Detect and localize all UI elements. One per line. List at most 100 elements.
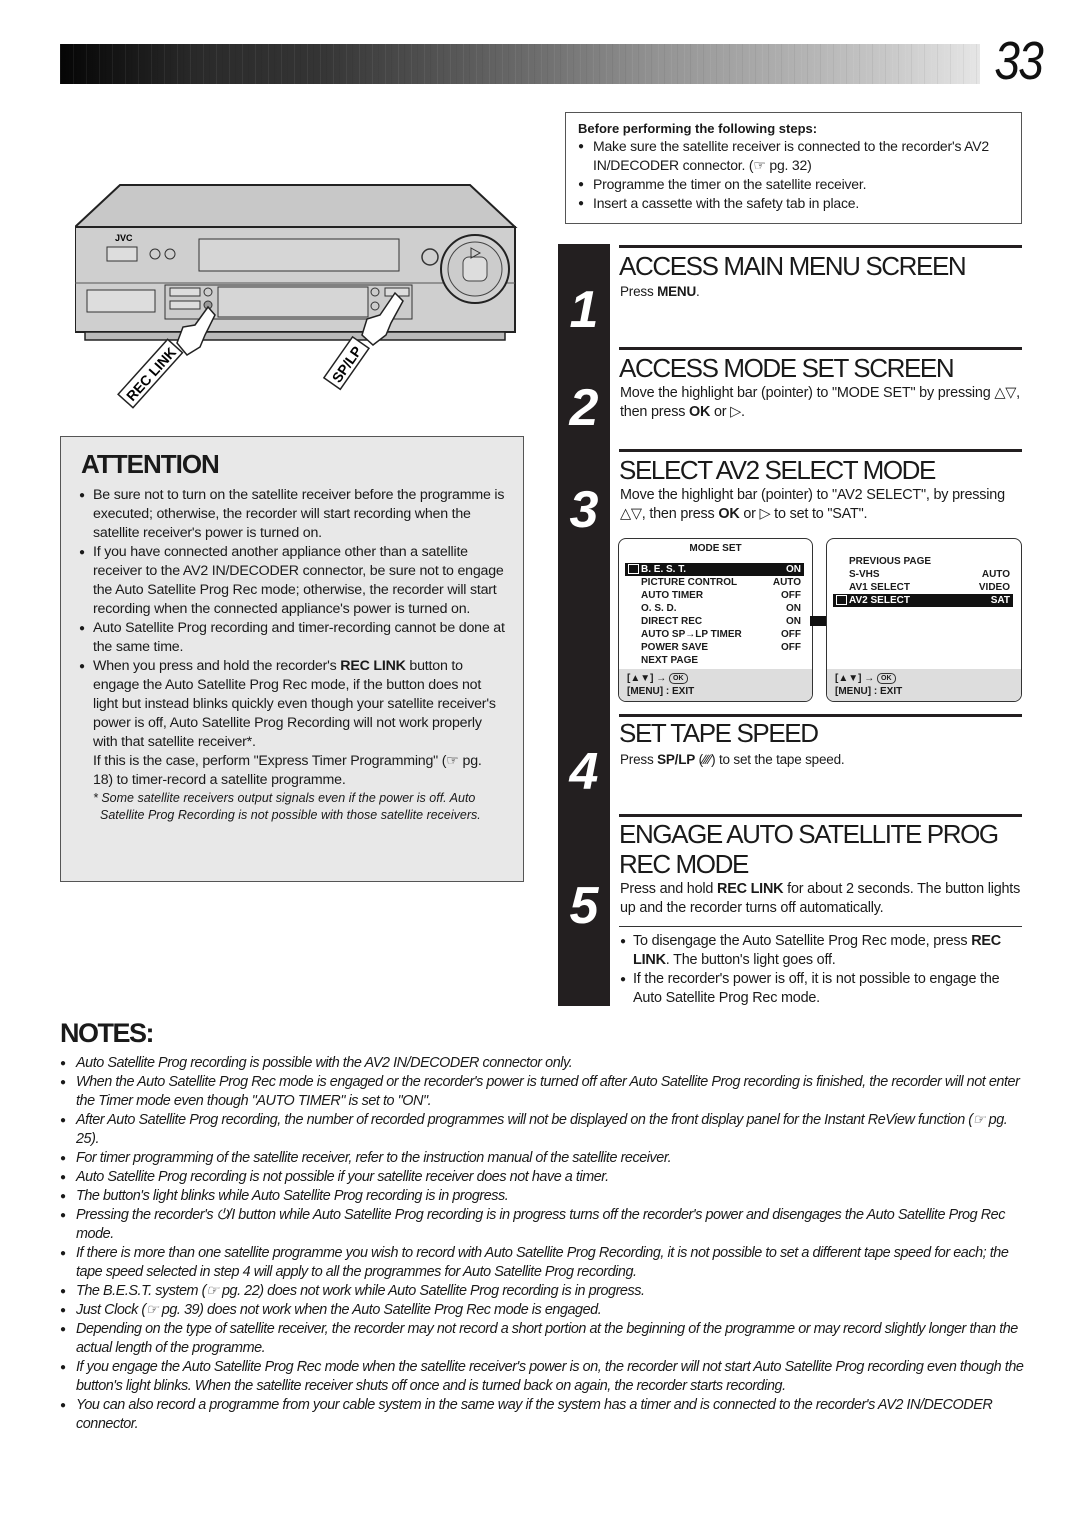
osd-row-label: POWER SAVE <box>641 642 709 653</box>
note-item: Depending on the type of satellite recei… <box>60 1320 1025 1358</box>
step-text-part: Press <box>620 752 658 767</box>
osd-footer: [▲▼] → OK [MENU] : EXIT <box>619 669 812 701</box>
osd-row-selected: AV2 SELECT SAT <box>833 594 1013 607</box>
step-text-part: Move the highlight bar (pointer) to "MOD… <box>620 385 1020 420</box>
osd-row-label: DIRECT REC <box>641 616 703 627</box>
step-2-title: ACCESS MODE SET SCREEN <box>619 353 955 383</box>
sp-lp-keyword: SP/LP <box>657 752 696 767</box>
osd-row-label: AUTO SP→LP TIMER <box>641 629 742 640</box>
shuttle-ring <box>440 234 510 304</box>
pointer-icon <box>628 564 639 574</box>
step-number-2: 2 <box>569 379 599 437</box>
prerequisite-item: Programme the timer on the satellite rec… <box>578 175 1021 194</box>
display-window <box>86 289 156 313</box>
menu-keyword: MENU <box>657 284 697 299</box>
osd-nav-hint: [▲▼] → OK <box>835 672 1021 685</box>
rec-link-keyword: REC LINK <box>717 881 784 897</box>
osd-nav-hint: [▲▼] → OK <box>627 672 812 685</box>
channel-down-button <box>169 300 201 310</box>
note-item: The B.E.S.T. system (☞ pg. 22) does not … <box>60 1282 1025 1301</box>
osd-row-value: OFF <box>781 590 801 601</box>
osd-row-label: PICTURE CONTROL <box>641 577 738 588</box>
osd-title: MODE SET <box>689 543 742 554</box>
attention-item: Be sure not to turn on the satellite rec… <box>79 486 505 543</box>
step-5-note: To disengage the Auto Satellite Prog Rec… <box>620 932 1022 970</box>
osd-nav-arrows: [▲▼] → <box>627 673 667 684</box>
attention-footnote: * Some satellite receivers output signal… <box>93 791 481 822</box>
note-item: Just Clock (☞ pg. 39) does not work when… <box>60 1301 1025 1320</box>
vcr-illustration: JVC REC LINK SP/LP <box>75 184 518 409</box>
osd-row: O. S. D. ON <box>619 602 812 615</box>
note-item: If there is more than one satellite prog… <box>60 1244 1025 1282</box>
attention-extra-note: If this is the case, perform "Express Ti… <box>93 753 482 788</box>
rec-link-keyword: REC LINK <box>340 658 406 674</box>
step-text-part: (∕∕∕∕) to set the tape speed. <box>695 752 845 767</box>
step-5-text: Press and hold REC LINK for about 2 seco… <box>620 880 1022 918</box>
sp-lp-label-tag: SP/LP <box>322 335 370 391</box>
header-gradient-bar <box>60 44 980 84</box>
osd-row: DIRECT REC ON <box>619 615 812 628</box>
front-display <box>217 286 369 318</box>
osd-mode-set-screen: MODE SET B. E. S. T. ON PICTURE CONTROL AU… <box>618 538 813 702</box>
osd-exit-hint: [MENU] : EXIT <box>835 686 903 697</box>
step-text-part: . <box>696 284 700 299</box>
step-3-title: SELECT AV2 SELECT MODE <box>619 455 936 485</box>
step-1-text: Press MENU. <box>620 282 700 301</box>
note-item: Auto Satellite Prog recording is not pos… <box>60 1168 1025 1187</box>
osd-row-value: VIDEO <box>978 582 1010 593</box>
step-text-part: or ▷. <box>710 404 745 420</box>
step-divider <box>619 245 1022 248</box>
osd-row-label: AUTO TIMER <box>641 590 704 601</box>
page-number: 33 <box>994 31 1043 91</box>
osd-row: PICTURE CONTROL AUTO <box>619 576 812 589</box>
note-item: The button's light blinks while Auto Sat… <box>60 1187 1025 1206</box>
step-number-4: 4 <box>569 743 599 801</box>
osd-row-label: B. E. S. T. <box>641 564 687 575</box>
step-number-1: 1 <box>569 281 599 339</box>
step-number-3: 3 <box>569 481 599 539</box>
osd-row-value: ON <box>786 616 801 627</box>
osd-row: S-VHS AUTO <box>827 568 1021 581</box>
step-5-title: ENGAGE AUTO SATELLITE PROG REC MODE <box>619 819 999 879</box>
osd-row-value: OFF <box>781 629 801 640</box>
osd-row-value: AUTO <box>772 577 801 588</box>
attention-list: Be sure not to turn on the satellite rec… <box>79 486 505 752</box>
step-divider <box>619 347 1022 350</box>
osd-row-label: AV2 SELECT <box>849 595 910 606</box>
step-text-part: Press <box>620 284 658 299</box>
osd-row: POWER SAVE OFF <box>619 641 812 654</box>
note-item: Pressing the recorder's ⏻/I button while… <box>60 1206 1025 1244</box>
osd-row-label: NEXT PAGE <box>641 655 699 666</box>
step-5-divider <box>619 926 1022 927</box>
attention-title: ATTENTION <box>81 449 220 479</box>
osd-row-label: AV1 SELECT <box>849 582 910 593</box>
osd-mode-set-page-two: PREVIOUS PAGE S-VHS AUTO AV1 SELECT VIDEO … <box>826 538 1022 702</box>
step-divider <box>619 449 1022 452</box>
notes-list: Auto Satellite Prog recording is possibl… <box>60 1054 1025 1434</box>
osd-row: NEXT PAGE <box>619 654 812 667</box>
attention-item: Auto Satellite Prog recording and timer-… <box>79 619 505 657</box>
prerequisite-item: Make sure the satellite receiver is conn… <box>578 137 1021 175</box>
step-divider <box>619 714 1022 717</box>
step-text-part: or ▷ to set to "SAT". <box>739 506 868 522</box>
power-button <box>106 246 138 262</box>
osd-row-value: ON <box>786 564 801 575</box>
osd-row-label: O. S. D. <box>641 603 677 614</box>
cassette-slot <box>198 238 400 272</box>
step-text-part: To disengage the Auto Satellite Prog Rec… <box>633 933 972 949</box>
note-item: Auto Satellite Prog recording is possibl… <box>60 1054 1025 1073</box>
jvc-logo: JVC <box>115 233 133 243</box>
note-item: When the Auto Satellite Prog Rec mode is… <box>60 1073 1025 1111</box>
attention-item: When you press and hold the recorder's R… <box>79 657 505 752</box>
step-5-notes: To disengage the Auto Satellite Prog Rec… <box>620 932 1022 1008</box>
step-5-note: If the recorder's power is off, it is no… <box>620 970 1022 1008</box>
note-item: For timer programming of the satellite r… <box>60 1149 1025 1168</box>
note-item: You can also record a programme from you… <box>60 1396 1025 1434</box>
osd-row-value: AUTO <box>981 569 1010 580</box>
step-1-title: ACCESS MAIN MENU SCREEN <box>619 251 967 281</box>
osd-footer: [▲▼] → OK [MENU] : EXIT <box>827 669 1021 701</box>
step-number-5: 5 <box>569 877 599 935</box>
step-4-text: Press SP/LP (∕∕∕∕) to set the tape speed… <box>620 750 845 769</box>
osd-row: AUTO TIMER OFF <box>619 589 812 602</box>
svg-text:REC LINK: REC LINK <box>123 344 179 404</box>
